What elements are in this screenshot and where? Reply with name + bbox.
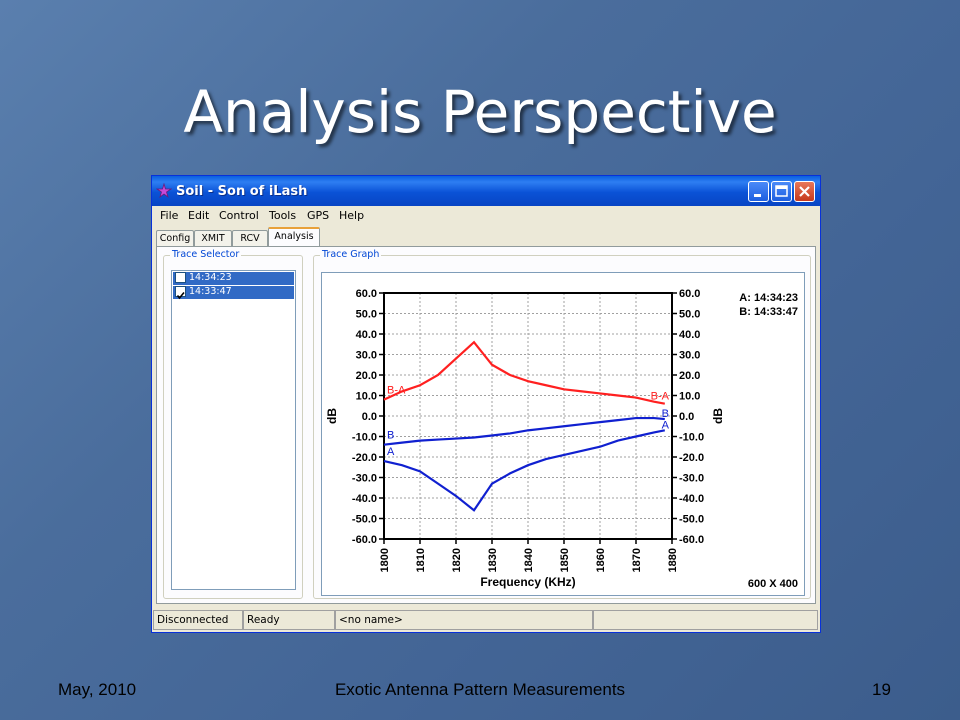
x-tick-label: 1840: [523, 548, 535, 572]
series-line-b: [383, 416, 665, 446]
trace-selector-group: Trace Selector 14:34:23 14:33:47: [163, 249, 303, 599]
window-title: Soil - Son of iLash: [176, 184, 308, 199]
legend-b: B: 14:33:47: [739, 306, 798, 318]
x-tick-label: 1870: [631, 548, 643, 572]
x-tick-label: 1860: [595, 548, 607, 572]
footer-title: Exotic Antenna Pattern Measurements: [334, 680, 626, 699]
status-state: Ready: [243, 610, 335, 630]
list-item[interactable]: 14:34:23: [173, 272, 294, 285]
series-label-right: B-A: [651, 391, 670, 403]
trace-graph-group: Trace Graph 60.0 50.0 40.0 30.0 20.0 10.0 0.0 -…: [313, 249, 811, 599]
y-tick-label-right: -10.0: [679, 432, 704, 444]
menu-control[interactable]: Control: [219, 209, 259, 222]
trace-checkbox[interactable]: [175, 286, 186, 300]
tab-rcv[interactable]: RCV: [232, 230, 268, 246]
x-ticks: 1800 1810 1820 1830 1840 1850 1860 1870 1880: [379, 539, 679, 572]
status-filename: <no name>: [335, 610, 593, 630]
series-label-left: A: [387, 446, 395, 458]
y-tick-label-right: 60.0: [679, 288, 700, 300]
status-connection: Disconnected: [153, 610, 243, 630]
trace-label: 14:33:47: [189, 286, 232, 297]
y-tick-label-right: 40.0: [679, 329, 700, 341]
y-tick-label-right: 50.0: [679, 309, 700, 321]
menu-help[interactable]: Help: [339, 209, 364, 222]
x-tick-label: 1810: [415, 548, 427, 572]
footer-page-number: 19: [872, 680, 891, 699]
graph-area[interactable]: 60.0 50.0 40.0 30.0 20.0 10.0 0.0 -10.0 -20.0 -30…: [321, 272, 805, 596]
y-tick-label-left: -40.0: [352, 493, 377, 505]
status-bar: Disconnected Ready <no name>: [152, 608, 820, 632]
maximize-icon: [775, 185, 788, 197]
minimize-button[interactable]: [748, 181, 769, 202]
chart-grid: [383, 292, 673, 540]
x-tick-label: 1880: [667, 548, 679, 572]
list-item[interactable]: 14:33:47: [173, 286, 294, 300]
checkmark-icon: [176, 291, 185, 300]
y-tick-label-left: 30.0: [356, 350, 377, 362]
menu-bar: File Edit Control Tools GPS Help: [152, 206, 820, 226]
y-tick-label-right: 20.0: [679, 370, 700, 382]
y-tick-label-left: -50.0: [352, 514, 377, 526]
y-tick-label-left: 50.0: [356, 309, 377, 321]
y-tick-label-left: -30.0: [352, 473, 377, 485]
trace-list[interactable]: 14:34:23 14:33:47: [171, 270, 296, 590]
y-tick-label-right: -30.0: [679, 473, 704, 485]
app-window: Soil - Son of iLash File Edit Control To…: [151, 175, 821, 633]
status-extra: [593, 610, 818, 630]
x-tick-label: 1850: [559, 548, 571, 572]
y-tick-label-left: -10.0: [352, 432, 377, 444]
menu-tools[interactable]: Tools: [269, 209, 296, 222]
y-tick-label-right: -50.0: [679, 514, 704, 526]
y-tick-label-left: 10.0: [356, 391, 377, 403]
trace-label: 14:34:23: [189, 272, 232, 283]
menu-gps[interactable]: GPS: [307, 209, 329, 222]
y-tick-label-right: 0.0: [679, 411, 694, 423]
close-button[interactable]: [794, 181, 815, 202]
series-label-left: B: [387, 430, 394, 442]
y-tick-label-right: -40.0: [679, 493, 704, 505]
y-axis-label-left: dB: [325, 408, 339, 424]
x-tick-label: 1800: [379, 548, 391, 572]
slide-title: Analysis Perspective: [183, 78, 777, 146]
series-label-right: A: [662, 419, 670, 431]
y-tick-label-right: 30.0: [679, 350, 700, 362]
x-axis-label: Frequency (KHz): [480, 575, 575, 589]
y-tick-label-left: 0.0: [362, 411, 377, 423]
resolution-label: 600 X 400: [748, 578, 798, 590]
series-line-b-a: [383, 340, 666, 405]
series-label-left: B-A: [387, 384, 406, 396]
y-tick-label-right: -60.0: [679, 534, 704, 546]
close-icon: [799, 186, 810, 197]
minimize-icon: [754, 194, 761, 197]
tab-analysis[interactable]: Analysis: [268, 227, 320, 246]
menu-edit[interactable]: Edit: [188, 209, 209, 222]
y-axis-label-right: dB: [711, 408, 725, 424]
trace-chart: 60.0 50.0 40.0 30.0 20.0 10.0 0.0 -10.0 -20.0 -30…: [325, 288, 798, 590]
y-tick-label-right: -20.0: [679, 452, 704, 464]
analysis-panel: Trace Selector 14:34:23 14:33:47 Trace G…: [156, 246, 816, 604]
y-tick-label-left: 40.0: [356, 329, 377, 341]
series-lines: [383, 340, 666, 512]
app-icon: [156, 183, 172, 199]
y-tick-label-left: -60.0: [352, 534, 377, 546]
series-label-right: B: [662, 408, 669, 420]
tab-config[interactable]: Config: [156, 230, 194, 246]
tab-xmit[interactable]: XMIT: [194, 230, 232, 246]
y-tick-label-left: 20.0: [356, 370, 377, 382]
y-tick-label-left: -20.0: [352, 452, 377, 464]
y-ticks-right: 60.0 50.0 40.0 30.0 20.0 10.0 0.0 -10.0 -20.0 -30…: [672, 288, 704, 546]
trace-graph-label: Trace Graph: [320, 249, 382, 260]
y-tick-label-left: 60.0: [356, 288, 377, 300]
legend-a: A: 14:34:23: [739, 292, 798, 304]
title-bar[interactable]: Soil - Son of iLash: [152, 176, 820, 206]
x-tick-label: 1830: [487, 548, 499, 572]
trace-checkbox[interactable]: [175, 272, 186, 283]
menu-file[interactable]: File: [160, 209, 178, 222]
x-tick-label: 1820: [451, 548, 463, 572]
maximize-button[interactable]: [771, 181, 792, 202]
trace-selector-label: Trace Selector: [170, 249, 242, 260]
y-ticks-left: 60.0 50.0 40.0 30.0 20.0 10.0 0.0 -10.0 -20.0 -30…: [352, 288, 384, 546]
y-tick-label-right: 10.0: [679, 391, 700, 403]
